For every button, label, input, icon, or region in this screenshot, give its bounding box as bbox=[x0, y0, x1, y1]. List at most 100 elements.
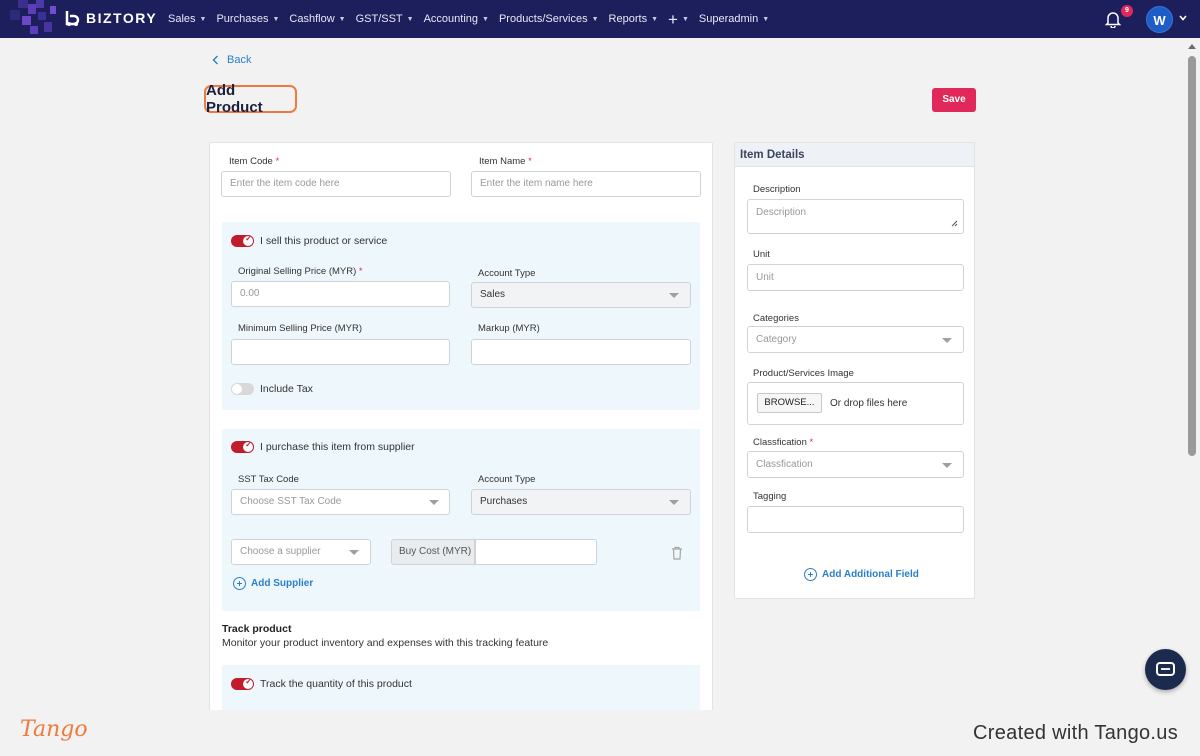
page-scrollbar[interactable] bbox=[1184, 38, 1200, 710]
add-supplier-link[interactable]: Add Supplier bbox=[233, 577, 313, 590]
back-link[interactable]: Back bbox=[212, 54, 251, 66]
menu-superadmin[interactable]: Superadmin ▼ bbox=[699, 13, 769, 25]
unit-label: Unit bbox=[753, 249, 770, 260]
categories-label: Categories bbox=[753, 313, 799, 324]
menu-label: Products/Services bbox=[498, 13, 588, 25]
sell-toggle-label: I sell this product or service bbox=[260, 235, 388, 247]
chevron-down-icon: ▼ bbox=[199, 15, 207, 23]
required-mark: * bbox=[809, 437, 814, 448]
include-tax-toggle[interactable] bbox=[231, 383, 254, 395]
description-placeholder: Description bbox=[756, 207, 807, 218]
dropdown-caret-icon bbox=[942, 463, 952, 468]
browse-button[interactable]: BROWSE... bbox=[757, 393, 822, 413]
sst-tax-code-label: SST Tax Code bbox=[238, 474, 299, 485]
classification-label: Classfication * bbox=[753, 437, 813, 448]
drop-files-text: Or drop files here bbox=[830, 398, 908, 409]
brand-name: BIZTORY bbox=[86, 10, 158, 26]
notification-badge: 9 bbox=[1121, 5, 1133, 17]
logo-pixel-pattern bbox=[0, 0, 70, 38]
label-text: Original Selling Price (MYR) bbox=[238, 266, 357, 277]
plus-icon: + bbox=[668, 9, 678, 29]
menu-sales[interactable]: Sales ▼ bbox=[168, 13, 206, 25]
required-mark: * bbox=[528, 156, 532, 167]
label-text: Item Code bbox=[229, 156, 273, 167]
item-details-card: Item Details Description Description Uni… bbox=[734, 142, 975, 599]
purchase-panel: ✓ I purchase this item from supplier SST… bbox=[222, 429, 700, 611]
bell-icon[interactable] bbox=[1104, 10, 1122, 28]
sell-account-type-select[interactable]: Sales bbox=[471, 282, 691, 308]
sell-account-type-label: Account Type bbox=[478, 268, 536, 279]
purchase-account-type-select[interactable]: Purchases bbox=[471, 489, 691, 515]
required-mark: * bbox=[275, 156, 280, 167]
tango-footer: Tango Created with Tango.us bbox=[0, 710, 1200, 756]
purchase-toggle-label: I purchase this item from supplier bbox=[260, 441, 415, 453]
add-circle-icon bbox=[804, 568, 817, 581]
created-with-text: Created with Tango.us bbox=[973, 722, 1178, 744]
chat-button[interactable] bbox=[1145, 649, 1186, 690]
menu-label: Reports bbox=[608, 13, 648, 25]
min-price-input[interactable] bbox=[231, 339, 450, 365]
menu-purchases[interactable]: Purchases ▼ bbox=[216, 13, 279, 25]
menu-label: Accounting bbox=[423, 13, 479, 25]
page-title-highlight: Add Product bbox=[204, 82, 297, 116]
purchase-toggle[interactable]: ✓ bbox=[231, 440, 254, 453]
original-price-input[interactable]: 0.00 bbox=[231, 281, 450, 307]
markup-label: Markup (MYR) bbox=[478, 323, 540, 334]
min-price-label: Minimum Selling Price (MYR) bbox=[238, 323, 363, 334]
buy-cost-input[interactable] bbox=[475, 539, 597, 565]
scrollbar-thumb[interactable] bbox=[1188, 56, 1196, 456]
menu-label: Superadmin bbox=[698, 13, 759, 25]
top-navbar: BIZTORY Sales ▼ Purchases ▼ Cashflow ▼ GST/… bbox=[0, 0, 1200, 38]
menu-cashflow[interactable]: Cashflow ▼ bbox=[289, 13, 345, 25]
original-price-label: Original Selling Price (MYR) * bbox=[238, 266, 363, 277]
label-text: Item Name bbox=[479, 156, 526, 167]
resize-handle-icon[interactable] bbox=[951, 220, 958, 227]
avatar[interactable]: W bbox=[1146, 6, 1173, 33]
check-icon: ✓ bbox=[245, 440, 252, 449]
dropdown-caret-icon bbox=[429, 500, 439, 505]
chevron-down-icon[interactable] bbox=[1178, 13, 1188, 23]
markup-input[interactable] bbox=[471, 339, 691, 365]
chevron-down-icon: ▼ bbox=[482, 15, 489, 23]
chevron-down-icon: ▼ bbox=[406, 15, 414, 23]
menu-gst-sst[interactable]: GST/SST ▼ bbox=[356, 13, 414, 25]
chat-icon bbox=[1156, 662, 1175, 676]
item-name-label: Item Name * bbox=[479, 156, 532, 167]
add-additional-field-link[interactable]: Add Additional Field bbox=[804, 568, 919, 581]
track-quantity-toggle[interactable]: ✓ bbox=[231, 677, 254, 690]
menu-label: Sales bbox=[168, 13, 196, 25]
item-code-input[interactable]: Enter the item code here bbox=[221, 171, 451, 197]
category-select[interactable]: Category bbox=[747, 326, 964, 353]
sell-toggle[interactable]: ✓ bbox=[231, 234, 254, 247]
scroll-up-arrow-icon[interactable] bbox=[1188, 44, 1196, 49]
chevron-left-icon bbox=[212, 55, 218, 65]
tagging-label: Tagging bbox=[753, 491, 787, 502]
check-icon: ✓ bbox=[245, 677, 252, 686]
dropdown-caret-icon bbox=[669, 500, 679, 505]
chevron-down-icon: ▼ bbox=[591, 15, 599, 23]
label-text: Classfication bbox=[753, 437, 807, 448]
chevron-down-icon: ▼ bbox=[762, 15, 770, 23]
description-textarea[interactable]: Description bbox=[747, 199, 964, 234]
item-name-input[interactable]: Enter the item name here bbox=[471, 171, 701, 197]
biztory-logo-icon bbox=[65, 11, 80, 26]
unit-input[interactable]: Unit bbox=[747, 264, 964, 291]
sell-panel: ✓ I sell this product or service Origina… bbox=[222, 222, 700, 410]
menu-quick-add[interactable]: + ▼ bbox=[668, 11, 689, 28]
chevron-down-icon: ▼ bbox=[681, 15, 689, 23]
page-title: Add Product bbox=[206, 82, 263, 116]
purchase-account-type-label: Account Type bbox=[478, 474, 536, 485]
add-field-label: Add Additional Field bbox=[822, 569, 919, 580]
menu-reports[interactable]: Reports ▼ bbox=[609, 13, 658, 25]
menu-accounting[interactable]: Accounting ▼ bbox=[424, 13, 489, 25]
brand-logo[interactable]: BIZTORY bbox=[64, 9, 157, 27]
track-product-subtitle: Monitor your product inventory and expen… bbox=[222, 637, 549, 649]
tagging-input[interactable] bbox=[747, 506, 964, 533]
classification-select[interactable]: Classfication bbox=[747, 451, 964, 478]
trash-icon[interactable] bbox=[671, 546, 683, 560]
include-tax-label: Include Tax bbox=[260, 383, 313, 395]
chevron-down-icon: ▼ bbox=[338, 15, 346, 23]
sst-tax-code-select[interactable]: Choose SST Tax Code bbox=[231, 489, 450, 515]
save-button[interactable]: Save bbox=[932, 88, 976, 112]
menu-products-services[interactable]: Products/Services ▼ bbox=[499, 13, 599, 25]
